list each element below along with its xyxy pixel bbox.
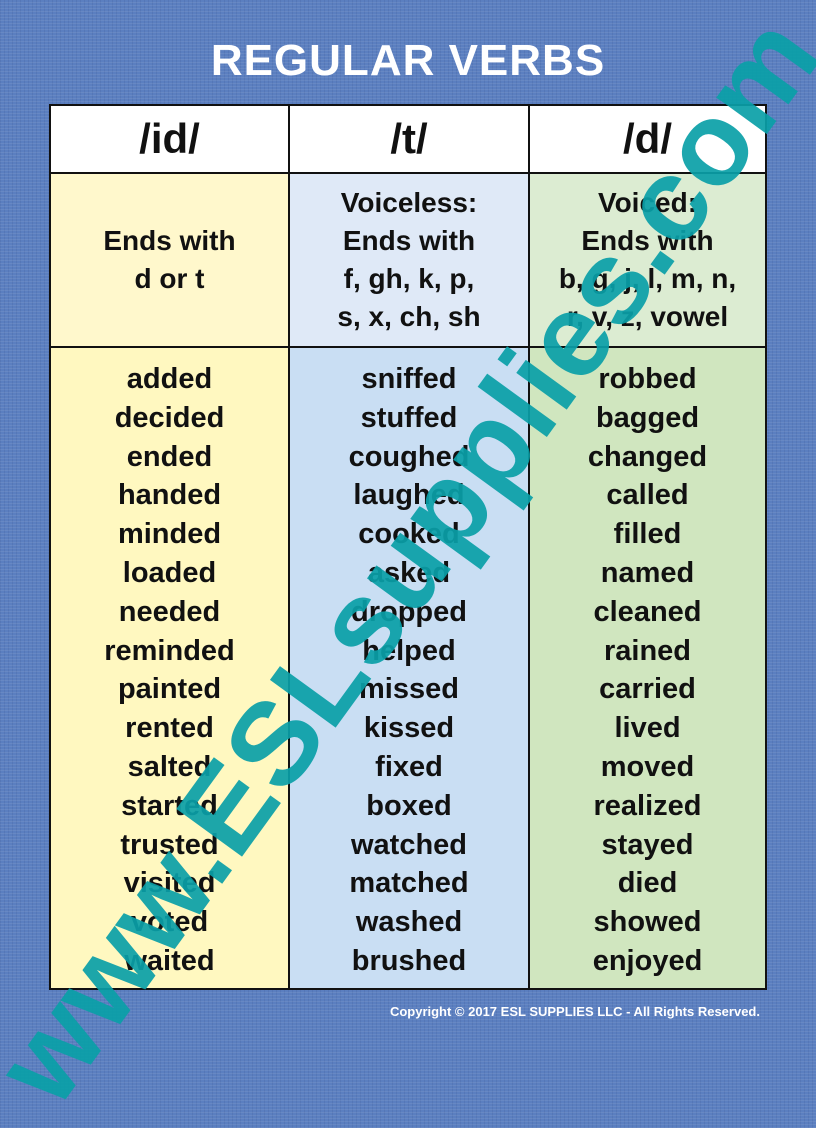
verb-item: decided — [114, 401, 225, 434]
verb-item: filled — [613, 518, 682, 551]
verb-item: robbed — [598, 363, 697, 395]
rule-line: r, v, z, vowel — [566, 301, 729, 332]
verb-item: asked — [367, 556, 451, 589]
verb-item: waited — [124, 944, 215, 977]
page-title: REGULAR VERBS — [210, 36, 606, 85]
header-t: /t/ — [290, 106, 530, 174]
verb-item: bagged — [595, 401, 700, 434]
verb-item: trusted — [120, 828, 219, 861]
verb-item: boxed — [366, 789, 452, 822]
verb-item: fixed — [375, 750, 443, 783]
verb-item: sniffed — [361, 363, 457, 395]
verb-item: added — [126, 363, 213, 395]
verb-item: rained — [603, 634, 692, 667]
verb-item: changed — [587, 440, 708, 473]
verb-item: moved — [600, 750, 695, 783]
verb-item: voted — [130, 906, 209, 939]
verb-item: stayed — [601, 828, 694, 861]
verb-item: loaded — [122, 556, 217, 589]
verb-item: carried — [599, 673, 696, 706]
verb-item: named — [600, 556, 695, 589]
verb-item: kissed — [363, 712, 455, 745]
verb-item: painted — [117, 673, 222, 706]
rule-line: d or t — [134, 263, 205, 294]
verb-item: lived — [614, 712, 681, 745]
rule-line: Ends with — [103, 225, 236, 256]
rule-line: f, gh, k, p, — [343, 263, 475, 294]
verb-item: washed — [355, 906, 463, 939]
verb-chart: /id/ /t/ /d/ Ends with d or t Voiceless:… — [49, 104, 767, 990]
verb-item: stuffed — [360, 401, 458, 434]
word-list-t: sniffed stuffed coughed laughed cooked asked d… — [290, 348, 530, 988]
word-list-id: added decided ended handed minded loaded neede… — [51, 348, 290, 988]
rule-d: Voiced: Ends with b, g, j, l, m, n, r, v… — [530, 174, 765, 348]
verb-item: ended — [126, 440, 213, 473]
verb-item: watched — [350, 828, 468, 861]
verb-item: salted — [127, 750, 212, 783]
verb-item: rented — [125, 712, 214, 745]
rule-line: Voiced: — [597, 187, 698, 218]
verb-item: helped — [362, 634, 456, 667]
verb-item: started — [121, 789, 218, 822]
verb-item: died — [617, 867, 678, 900]
verb-item: laughed — [353, 479, 465, 512]
verb-item: needed — [118, 595, 221, 628]
verb-item: matched — [349, 867, 469, 900]
rule-t: Voiceless: Ends with f, gh, k, p, s, x, … — [290, 174, 530, 348]
verb-item: cleaned — [593, 595, 702, 628]
verb-item: handed — [117, 479, 222, 512]
verb-item: realized — [593, 789, 702, 822]
rule-line: Voiceless: — [340, 187, 478, 218]
verb-item: missed — [359, 673, 459, 706]
rule-id: Ends with d or t — [51, 174, 290, 348]
copyright-notice: Copyright © 2017 ESL SUPPLIES LLC - All … — [389, 1004, 760, 1019]
verb-item: coughed — [348, 440, 470, 473]
rule-line: Ends with — [581, 225, 714, 256]
rule-line: s, x, ch, sh — [337, 301, 481, 332]
verb-item: dropped — [351, 595, 467, 628]
header-d: /d/ — [530, 106, 765, 174]
verb-item: called — [606, 479, 689, 512]
rule-line: b, g, j, l, m, n, — [558, 263, 737, 294]
verb-item: cooked — [358, 518, 460, 551]
verb-item: enjoyed — [592, 944, 703, 977]
verb-item: visited — [123, 867, 216, 900]
verb-item: minded — [117, 518, 222, 551]
word-list-d: robbed bagged changed called filled named clea… — [530, 348, 765, 988]
verb-item: reminded — [104, 634, 235, 667]
verb-item: showed — [593, 906, 702, 939]
rule-line: Ends with — [342, 225, 476, 256]
header-id: /id/ — [51, 106, 290, 174]
verb-item: brushed — [351, 944, 467, 977]
